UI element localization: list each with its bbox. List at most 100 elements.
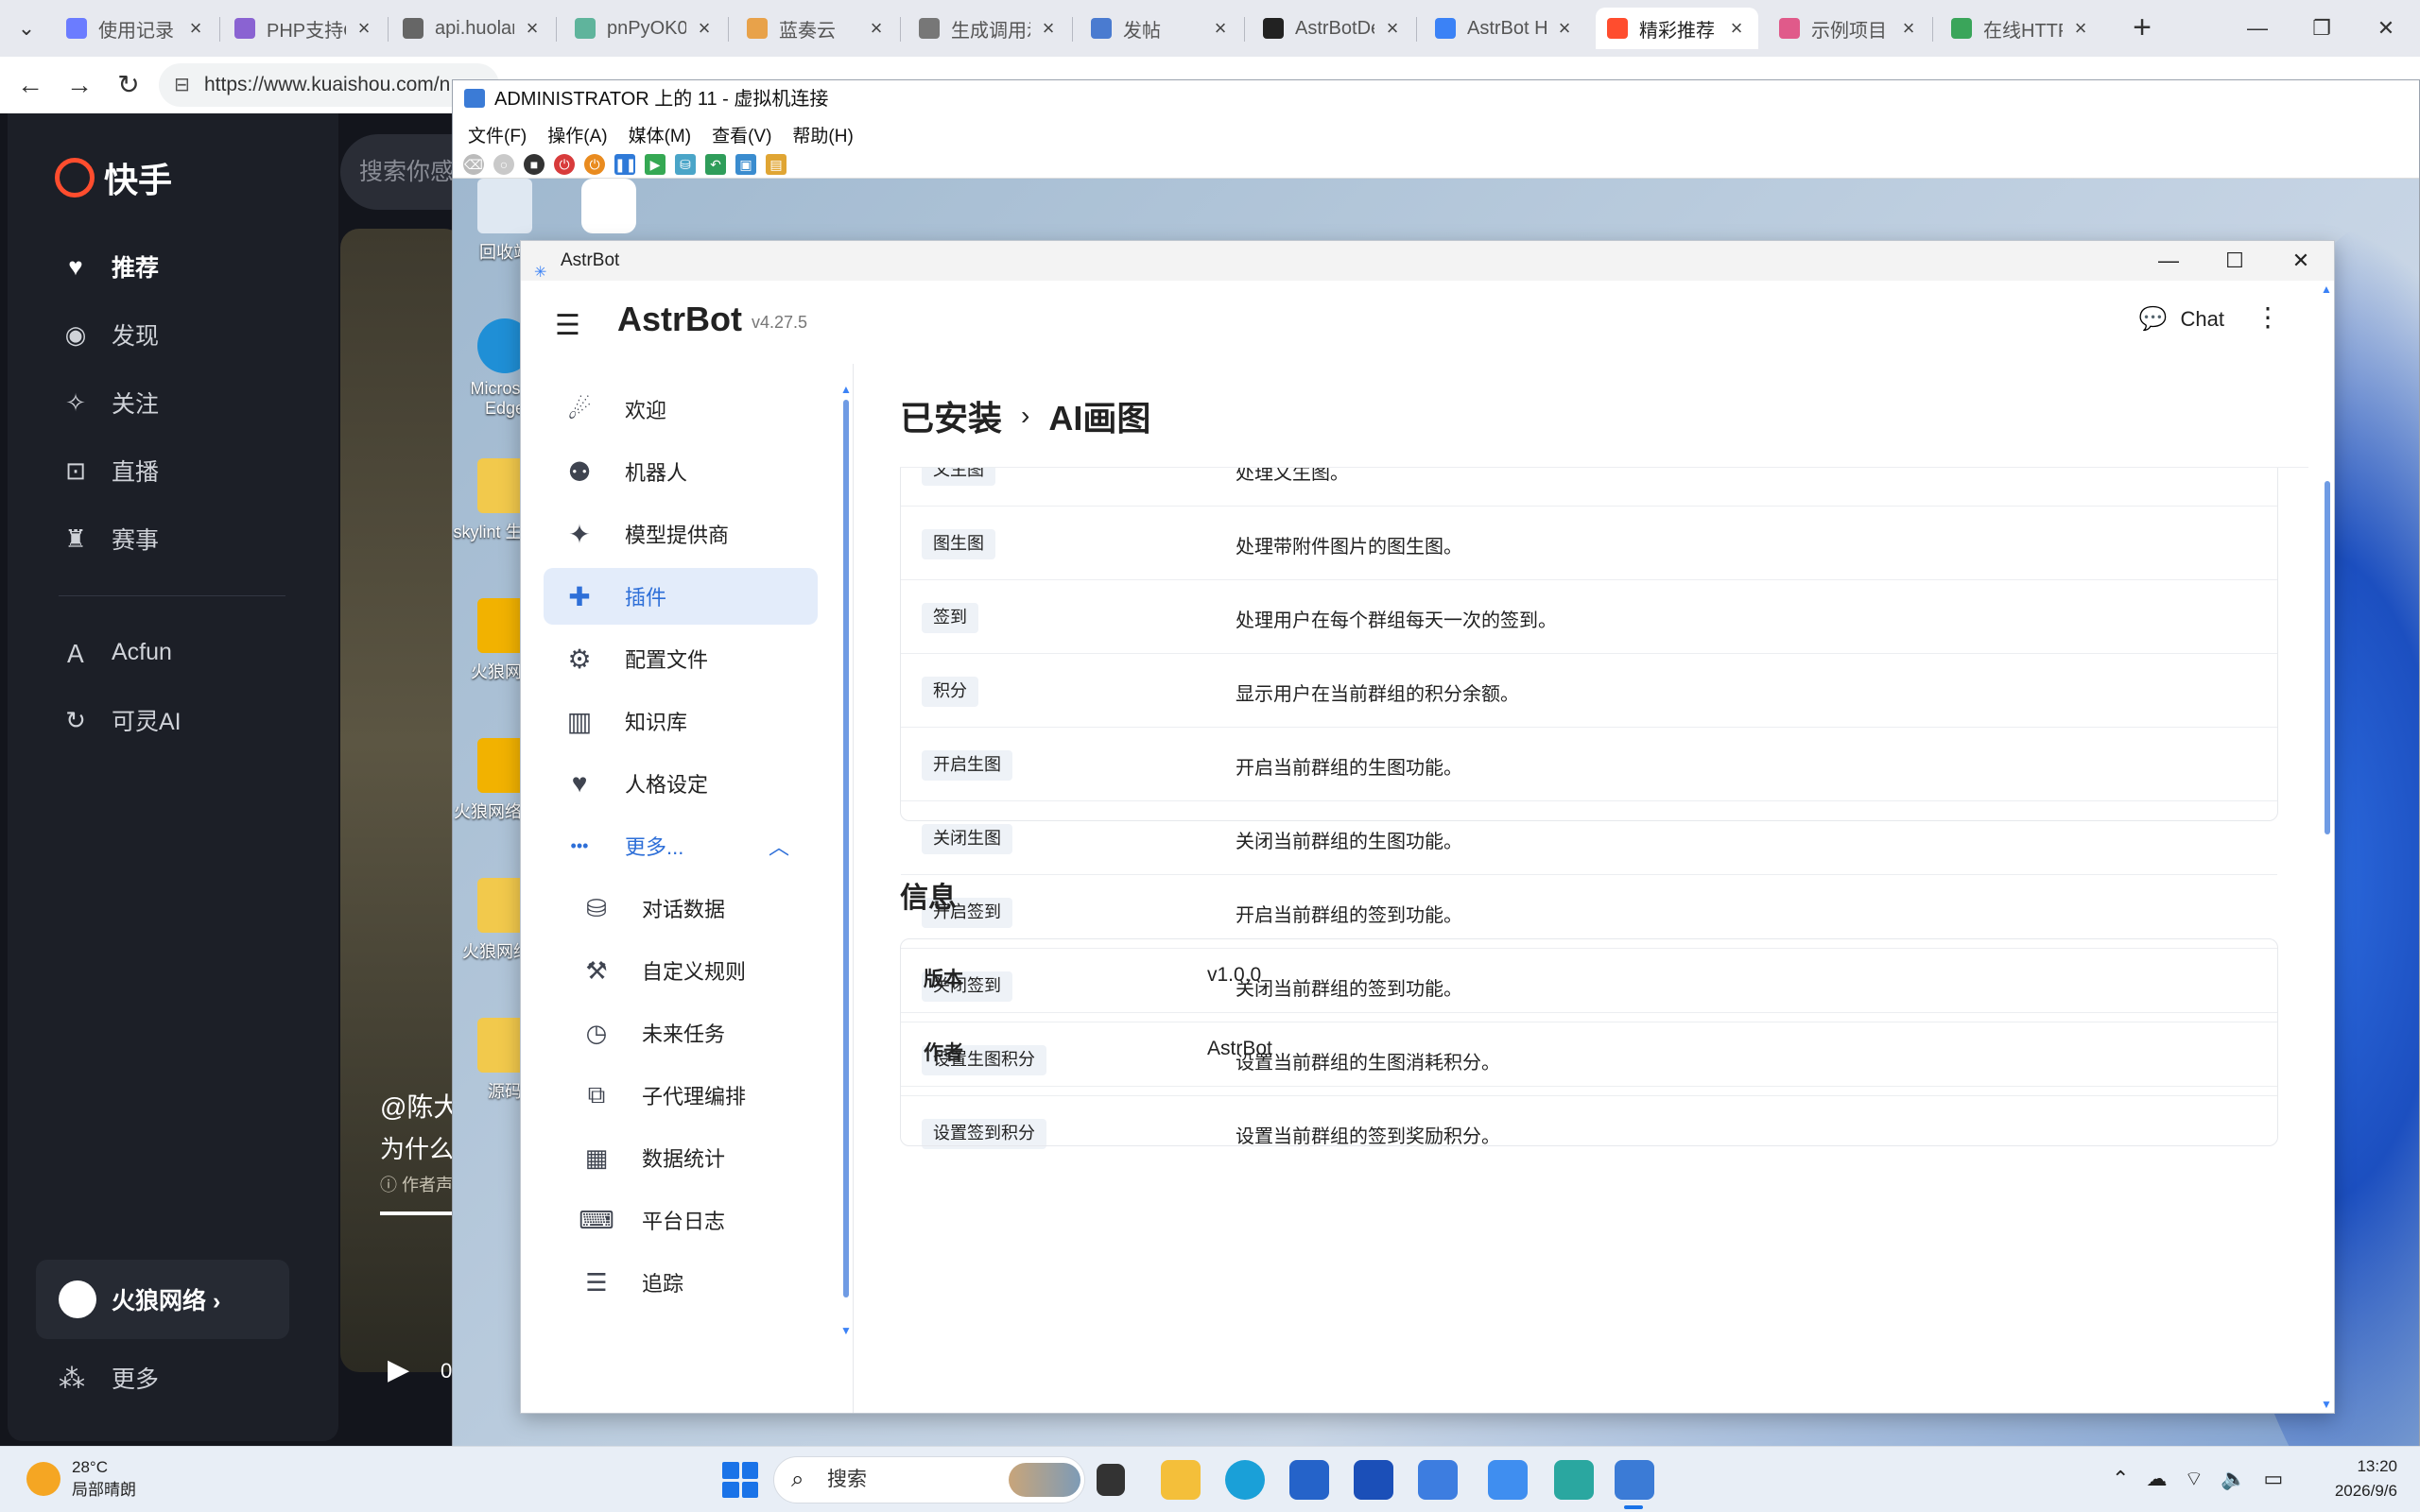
breadcrumb-parent[interactable]: 已安装	[900, 391, 1002, 440]
tab-close-icon[interactable]: ×	[354, 16, 374, 41]
sidebar-subitem[interactable]: ⧉ 子代理编排	[544, 1067, 818, 1124]
back-arrow-icon[interactable]: ←	[13, 68, 47, 102]
file-explorer-icon[interactable]	[1161, 1460, 1201, 1500]
vm-menu-item[interactable]: 操作(A)	[547, 122, 607, 147]
revert-icon[interactable]: ↶	[705, 153, 726, 175]
kuaishou-video-player[interactable]	[340, 229, 463, 1372]
edge-icon[interactable]	[1225, 1460, 1265, 1500]
maximize-icon[interactable]: ☐	[2202, 241, 2268, 281]
browser-tab[interactable]: AstrBot HTT ×	[1424, 8, 1586, 49]
tab-list-chevron-icon[interactable]: ⌄	[13, 15, 40, 42]
tab-close-icon[interactable]: ×	[1554, 16, 1575, 41]
browser-tab[interactable]: 精彩推荐 ×	[1596, 8, 1758, 49]
browser-tab[interactable]: 使用记录 - L ×	[55, 8, 217, 49]
kuaishou-user-card[interactable]: 火狼网络 ›	[36, 1260, 289, 1339]
checkpoint-icon[interactable]: ⛁	[675, 153, 696, 175]
cloud-sync-icon[interactable]: ☁	[2146, 1467, 2167, 1491]
browser-tab[interactable]: 在线HTTP接 ×	[1940, 8, 2102, 49]
tab-close-icon[interactable]: ×	[694, 16, 715, 41]
tab-close-icon[interactable]: ×	[1898, 16, 1919, 41]
vm-menu-item[interactable]: 帮助(H)	[792, 122, 853, 147]
kuaishou-nav-item[interactable]: ✧ 关注	[59, 386, 159, 420]
mail-icon[interactable]	[1418, 1460, 1458, 1500]
minimize-icon[interactable]: —	[2135, 241, 2202, 281]
start-button[interactable]	[722, 1462, 758, 1498]
video-progress-bar[interactable]	[380, 1211, 454, 1215]
sidebar-subitem[interactable]: ▦ 数据统计	[544, 1129, 818, 1186]
tab-close-icon[interactable]: ×	[1210, 16, 1231, 41]
sidebar-item[interactable]: ✚ 插件	[544, 568, 818, 625]
scroll-down-icon[interactable]: ▼	[2321, 1398, 2332, 1411]
sidebar-scrollbar[interactable]: ▲ ▼	[840, 383, 852, 1337]
tab-close-icon[interactable]: ×	[866, 16, 887, 41]
kuaishou-logo[interactable]: 快手	[55, 153, 172, 202]
sidebar-subitem[interactable]: ⌨ 平台日志	[544, 1192, 818, 1248]
url-input[interactable]: ⊟ https://www.kuaishou.com/n	[159, 63, 499, 107]
browser-tab[interactable]: PHP支持GE ×	[223, 8, 386, 49]
pause-icon[interactable]: ❚❚	[614, 153, 636, 175]
main-scroll-thumb[interactable]	[2325, 481, 2330, 834]
save-state-icon[interactable]: ⏻	[584, 153, 605, 175]
turn-off-icon[interactable]: ■	[524, 153, 544, 175]
sidebar-subitem[interactable]: ☰ 追踪	[544, 1254, 818, 1311]
vm-menu-item[interactable]: 查看(V)	[712, 122, 771, 147]
hyperv-icon[interactable]	[1615, 1460, 1654, 1500]
browser-tab[interactable]: pnPyOK0.jp ×	[563, 8, 726, 49]
share-icon[interactable]: ▤	[766, 153, 786, 175]
tray-overflow-chevron-icon[interactable]: ⌃	[2112, 1467, 2129, 1491]
shutdown-icon[interactable]: ⏻	[554, 153, 575, 175]
tab-close-icon[interactable]: ×	[1382, 16, 1403, 41]
new-tab-button[interactable]: +	[2125, 11, 2159, 45]
menu-icon[interactable]: ☰	[555, 309, 580, 342]
kuaishou-more-button[interactable]: ⁂ 更多	[59, 1361, 159, 1395]
scroll-up-icon[interactable]: ▲	[2321, 283, 2332, 296]
tab-close-icon[interactable]: ×	[185, 16, 206, 41]
network-tool-icon[interactable]	[1554, 1460, 1594, 1500]
sidebar-more-toggle[interactable]: ••• 更多... ︿	[544, 817, 818, 874]
kuaishou-nav-item[interactable]: ♥ 推荐	[59, 249, 159, 284]
sidebar-item[interactable]: ♥ 人格设定	[544, 755, 818, 812]
browser-tab[interactable]: 蓝奏云 ×	[735, 8, 898, 49]
main-scrollbar[interactable]: ▲ ▼	[2321, 283, 2334, 1413]
volume-icon[interactable]: 🔈	[2221, 1467, 2246, 1491]
store-icon[interactable]	[1289, 1460, 1329, 1500]
sidebar-item[interactable]: ☄ 欢迎	[544, 381, 818, 438]
kuaishou-nav-item[interactable]: ⊡ 直播	[59, 454, 159, 488]
site-info-icon[interactable]: ⊟	[174, 63, 190, 107]
reload-icon[interactable]: ↻	[112, 68, 146, 102]
desktop-icon-app[interactable]	[557, 179, 661, 239]
scroll-up-icon[interactable]: ▲	[840, 383, 852, 396]
wifi-icon[interactable]: ⌔	[2184, 1466, 2204, 1492]
scroll-down-icon[interactable]: ▼	[840, 1324, 852, 1337]
kuaishou-nav-item[interactable]: ◉ 发现	[59, 318, 159, 352]
more-vert-icon[interactable]: ⋮	[2255, 301, 2281, 333]
sidebar-item[interactable]: ⚉ 机器人	[544, 443, 818, 500]
ctrl-alt-del-icon[interactable]: ⌫	[463, 153, 484, 175]
vm-menu-item[interactable]: 文件(F)	[468, 122, 527, 147]
sidebar-item[interactable]: ▥ 知识库	[544, 693, 818, 749]
browser-tab[interactable]: AstrBotDev ×	[1252, 8, 1414, 49]
battery-icon[interactable]: ▭	[2264, 1467, 2284, 1491]
visual-studio-icon[interactable]	[1354, 1460, 1393, 1500]
video-author[interactable]: @陈大	[380, 1087, 456, 1125]
browser-tab[interactable]: 生成调用示 ×	[908, 8, 1070, 49]
tab-close-icon[interactable]: ×	[2070, 16, 2091, 41]
chat-button[interactable]: 💬 Chat	[2139, 305, 2224, 333]
editor-icon[interactable]	[1488, 1460, 1528, 1500]
forward-arrow-icon[interactable]: →	[62, 68, 96, 102]
start-icon[interactable]: ○	[493, 153, 514, 175]
browser-tab[interactable]: api.huolang ×	[391, 8, 554, 49]
taskbar-search-input[interactable]: ⌕ 搜索	[773, 1456, 1085, 1503]
close-icon[interactable]: ✕	[2268, 241, 2334, 281]
kuaishou-nav-item[interactable]: Ａ Acfun	[59, 635, 172, 670]
weather-widget[interactable]: 28°C 局部晴朗	[26, 1456, 136, 1502]
kuaishou-nav-item[interactable]: ♜ 赛事	[59, 522, 159, 556]
vm-menu-item[interactable]: 媒体(M)	[629, 122, 691, 147]
sidebar-subitem[interactable]: ◷ 未来任务	[544, 1005, 818, 1061]
browser-tab[interactable]: 示例项目 ×	[1768, 8, 1930, 49]
play-icon[interactable]: ▶	[388, 1353, 409, 1386]
kuaishou-nav-item[interactable]: ↻ 可灵AI	[59, 703, 182, 737]
sidebar-subitem[interactable]: ⛁ 对话数据	[544, 880, 818, 936]
system-clock[interactable]: 13:20 2026/9/6	[2322, 1454, 2397, 1503]
sidebar-subitem[interactable]: ⚒ 自定义规则	[544, 942, 818, 999]
